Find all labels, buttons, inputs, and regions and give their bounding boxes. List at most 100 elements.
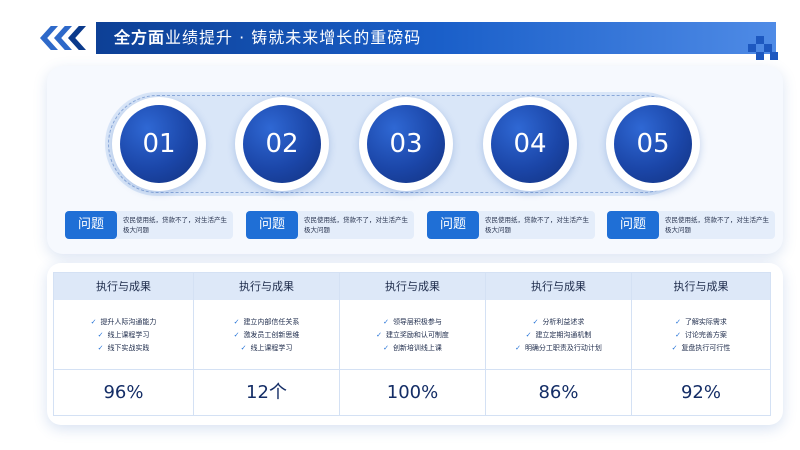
step-circle-2: 02 — [235, 97, 329, 191]
page-title: 全方面业绩提升 · 铸就未来增长的重磅码 — [114, 22, 421, 54]
issue-box-3: 问题 农民使用纸，贷款不了，对生活产生极大问题 — [427, 211, 595, 239]
column-header: 执行与成果 — [486, 273, 631, 300]
list-item: ✓ 线上课程学习 — [54, 329, 193, 342]
check-icon: ✓ — [97, 331, 104, 339]
action-list: ✓ 提升人际沟通能力 ✓ 线上课程学习 ✓ 线下实战实践 — [54, 300, 193, 370]
check-icon: ✓ — [525, 331, 532, 339]
check-icon: ✓ — [233, 318, 240, 326]
list-item: ✓ 建立内部信任关系 — [194, 316, 339, 329]
step-number: 05 — [614, 105, 692, 183]
results-column-4: 执行与成果 ✓ 分析利益述求 ✓ 建立定期沟通机制 ✓ 明确分工职责及行动计划 86% — [486, 273, 632, 415]
column-header: 执行与成果 — [54, 273, 193, 300]
issue-description: 农民使用纸，贷款不了，对生活产生极大问题 — [665, 216, 769, 234]
list-item-label: 提升人际沟通能力 — [100, 318, 157, 326]
issue-box-2: 问题 农民使用纸，贷款不了，对生活产生极大问题 — [246, 211, 414, 239]
list-item-label: 讨论完善方案 — [684, 331, 727, 339]
list-item: ✓ 线上课程学习 — [194, 342, 339, 355]
step-circle-4: 04 — [483, 97, 577, 191]
issue-box-1: 问题 农民使用纸，贷款不了，对生活产生极大问题 — [65, 211, 233, 239]
list-item-label: 复盘执行可行性 — [681, 344, 731, 352]
check-icon: ✓ — [90, 318, 97, 326]
list-item-label: 激发员工创新思维 — [243, 331, 300, 339]
list-item: ✓ 了解实际需求 — [632, 316, 770, 329]
results-column-5: 执行与成果 ✓ 了解实际需求 ✓ 讨论完善方案 ✓ 复盘执行可行性 92% — [632, 273, 770, 415]
list-item-label: 创新培训线上课 — [392, 344, 442, 352]
list-item-label: 了解实际需求 — [684, 318, 727, 326]
check-icon: ✓ — [233, 331, 240, 339]
list-item-label: 线上课程学习 — [107, 331, 150, 339]
list-item-label: 建立定期沟通机制 — [535, 331, 592, 339]
result-value: 86% — [538, 382, 579, 403]
pixel-square — [764, 44, 772, 52]
list-item: ✓ 创新培训线上课 — [340, 342, 485, 355]
column-header: 执行与成果 — [194, 273, 339, 300]
list-item-label: 建立奖励和认可制度 — [385, 331, 449, 339]
issue-description: 农民使用纸，贷款不了，对生活产生极大问题 — [123, 216, 227, 234]
step-circle-1: 01 — [112, 97, 206, 191]
step-number: 02 — [243, 105, 321, 183]
issue-tag: 问题 — [246, 211, 298, 239]
page-title-rest: 业绩提升 · 铸就未来增长的重磅码 — [165, 28, 422, 47]
result-value: 96% — [103, 382, 144, 403]
results-column-1: 执行与成果 ✓ 提升人际沟通能力 ✓ 线上课程学习 ✓ 线下实战实践 96% — [54, 273, 194, 415]
list-item: ✓ 激发员工创新思维 — [194, 329, 339, 342]
pixel-square — [770, 52, 778, 60]
results-column-3: 执行与成果 ✓ 领导层积极参与 ✓ 建立奖励和认可制度 ✓ 创新培训线上课 100% — [340, 273, 486, 415]
list-item-label: 线上课程学习 — [250, 344, 293, 352]
list-item-label: 线下实战实践 — [107, 344, 150, 352]
list-item: ✓ 线下实战实践 — [54, 342, 193, 355]
column-header: 执行与成果 — [340, 273, 485, 300]
slide: 全方面业绩提升 · 铸就未来增长的重磅码 01 02 03 04 05 问题 农… — [0, 0, 800, 450]
check-icon: ✓ — [675, 318, 681, 326]
column-header: 执行与成果 — [632, 273, 770, 300]
issue-tag: 问题 — [65, 211, 117, 239]
pixel-square — [756, 52, 764, 60]
check-icon: ✓ — [240, 344, 247, 352]
check-icon: ✓ — [532, 318, 539, 326]
issue-description: 农民使用纸，贷款不了，对生活产生极大问题 — [304, 216, 408, 234]
step-circle-3: 03 — [359, 97, 453, 191]
list-item: ✓ 明确分工职责及行动计划 — [486, 342, 631, 355]
list-item: ✓ 复盘执行可行性 — [632, 342, 770, 355]
issue-tag: 问题 — [607, 211, 659, 239]
pixel-square — [756, 36, 764, 44]
list-item-label: 领导层积极参与 — [392, 318, 442, 326]
action-list: ✓ 建立内部信任关系 ✓ 激发员工创新思维 ✓ 线上课程学习 — [194, 300, 339, 370]
step-number: 04 — [491, 105, 569, 183]
check-icon: ✓ — [383, 344, 389, 352]
issue-tag: 问题 — [427, 211, 479, 239]
issue-description: 农民使用纸，贷款不了，对生活产生极大问题 — [485, 216, 589, 234]
page-title-bold: 全方面 — [114, 28, 166, 47]
list-item-label: 建立内部信任关系 — [243, 318, 300, 326]
list-item-label: 明确分工职责及行动计划 — [524, 344, 602, 352]
step-number: 03 — [367, 105, 445, 183]
result-value: 12个 — [246, 382, 287, 403]
check-icon: ✓ — [671, 344, 678, 352]
check-icon: ✓ — [97, 344, 104, 352]
chevron-left-icon — [68, 26, 86, 50]
check-icon: ✓ — [675, 331, 681, 339]
check-icon: ✓ — [515, 344, 521, 352]
action-list: ✓ 领导层积极参与 ✓ 建立奖励和认可制度 ✓ 创新培训线上课 — [340, 300, 485, 370]
action-list: ✓ 分析利益述求 ✓ 建立定期沟通机制 ✓ 明确分工职责及行动计划 — [486, 300, 631, 370]
pixel-decoration — [748, 36, 778, 60]
chevron-decoration — [30, 22, 96, 54]
pixel-square — [748, 44, 756, 52]
list-item-label: 分析利益述求 — [542, 318, 585, 326]
result-value: 92% — [680, 382, 721, 403]
results-table: 执行与成果 ✓ 提升人际沟通能力 ✓ 线上课程学习 ✓ 线下实战实践 96% 执行与成… — [53, 272, 771, 416]
action-list: ✓ 了解实际需求 ✓ 讨论完善方案 ✓ 复盘执行可行性 — [632, 300, 770, 370]
issue-box-4: 问题 农民使用纸，贷款不了，对生活产生极大问题 — [607, 211, 775, 239]
list-item: ✓ 提升人际沟通能力 — [54, 316, 193, 329]
list-item: ✓ 建立奖励和认可制度 — [340, 329, 485, 342]
results-column-2: 执行与成果 ✓ 建立内部信任关系 ✓ 激发员工创新思维 ✓ 线上课程学习 12个 — [194, 273, 340, 415]
check-icon: ✓ — [383, 318, 389, 326]
header-banner: 全方面业绩提升 · 铸就未来增长的重磅码 — [30, 22, 776, 54]
list-item: ✓ 分析利益述求 — [486, 316, 631, 329]
step-circle-5: 05 — [606, 97, 700, 191]
check-icon: ✓ — [376, 331, 382, 339]
result-value: 100% — [386, 382, 439, 403]
list-item: ✓ 讨论完善方案 — [632, 329, 770, 342]
list-item: ✓ 建立定期沟通机制 — [486, 329, 631, 342]
step-number: 01 — [120, 105, 198, 183]
